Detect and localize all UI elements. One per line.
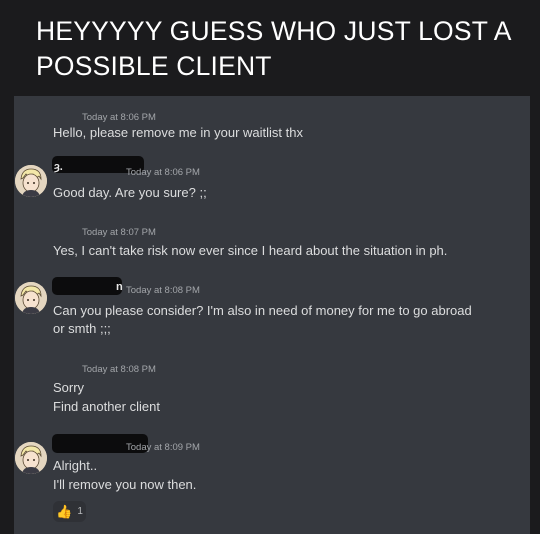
- message-text: or smth ;;;: [53, 321, 111, 336]
- avatar-image: [15, 282, 47, 314]
- chat-message-list: Today at 8:06 PM Hello, please remove me…: [14, 96, 530, 534]
- reaction-count: 1: [77, 506, 83, 517]
- avatar-image: [15, 165, 47, 197]
- message-text: Hello, please remove me in your waitlist…: [53, 125, 303, 140]
- message-timestamp: Today at 8:09 PM: [126, 442, 200, 453]
- avatar-image: [15, 442, 47, 474]
- message-timestamp: Today at 8:08 PM: [82, 364, 156, 375]
- caption-line-1: HEYYYYY GUESS WHO JUST LOST A: [36, 16, 512, 46]
- message-text: Yes, I can't take risk now ever since I …: [53, 243, 448, 258]
- message-text: Can you please consider? I'm also in nee…: [53, 303, 472, 318]
- avatar[interactable]: [15, 282, 47, 314]
- message-timestamp: Today at 8:08 PM: [126, 285, 200, 296]
- message-text: Alright..: [53, 458, 98, 473]
- thumbs-up-icon: 👍: [56, 504, 73, 519]
- username-fragment: n: [116, 281, 123, 293]
- caption-line-2: POSSIBLE CLIENT: [36, 51, 272, 81]
- message-text: Sorry: [53, 380, 85, 395]
- meme-caption: HEYYYYY GUESS WHO JUST LOST A POSSIBLE C…: [0, 0, 540, 96]
- message-text: Find another client: [53, 399, 160, 414]
- redacted-username: [52, 277, 122, 295]
- message-timestamp: Today at 8:06 PM: [82, 112, 156, 123]
- reaction-button[interactable]: 👍 1: [53, 501, 86, 522]
- message-timestamp: Today at 8:06 PM: [126, 167, 200, 178]
- username-fragment: ȝ.: [54, 161, 63, 173]
- message-text: Good day. Are you sure? ;;: [53, 185, 207, 200]
- avatar[interactable]: [15, 442, 47, 474]
- avatar[interactable]: [15, 165, 47, 197]
- message-timestamp: Today at 8:07 PM: [82, 227, 156, 238]
- caption-text: HEYYYYY GUESS WHO JUST LOST A POSSIBLE C…: [36, 14, 526, 84]
- message-text: I'll remove you now then.: [53, 477, 197, 492]
